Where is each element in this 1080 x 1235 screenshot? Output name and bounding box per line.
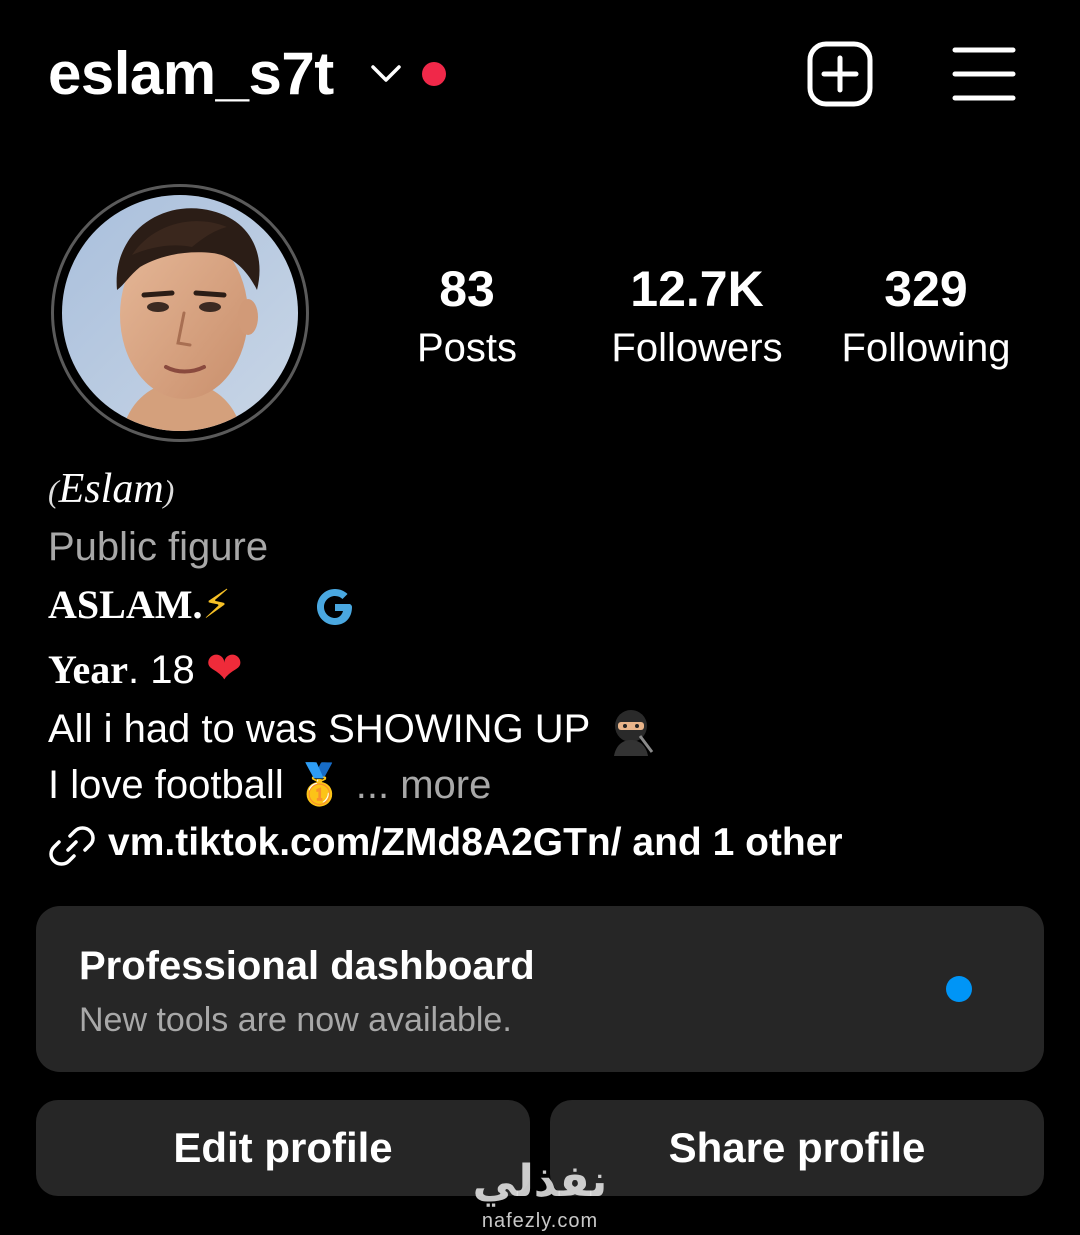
edit-profile-button[interactable]: Edit profile [36,1100,530,1196]
lightning-icon: ⚡ [202,582,231,628]
display-name: (Eslam) [48,462,174,518]
posts-label: Posts [416,326,518,370]
bio-line-1: ASLAM.⚡ [48,578,231,632]
dashboard-title: Professional dashboard [79,944,535,988]
followers-count[interactable]: 12.7K Followers [592,256,802,374]
bio-line-2: Year. 18 ❤ [48,642,243,697]
profile-category: Public figure [48,525,269,569]
following-count[interactable]: 329 Following [826,256,1026,374]
new-indicator-dot [946,976,972,1002]
google-g-icon [317,589,352,625]
bio-line-2-text: . 18 [127,648,195,692]
heart-icon: ❤ [205,643,243,694]
bio-link-text[interactable]: vm.tiktok.com/ZMd8A2GTn/ and 1 other [108,814,843,872]
notification-dot [422,62,446,86]
watermark-logo: نفذلي [472,1156,608,1207]
followers-label: Followers [611,326,783,370]
bio-line-4: I love football 🥇 ... more [48,758,491,812]
wing-right-icon: ) [163,473,175,509]
profile-username[interactable]: eslam_s7t [48,36,334,112]
bio-line-2-word: Year [48,647,128,692]
watermark-url: nafezly.com [481,1210,599,1232]
share-profile-button[interactable]: Share profile [550,1100,1044,1196]
wing-left-icon: ( [48,473,59,509]
medal-icon: 🥇 [294,762,345,808]
bio-line-1-text: ASLAM. [48,582,203,627]
bio-line-4-text: I love football [48,763,284,807]
bio-line-3: All i had to was SHOWING UP [48,702,590,756]
posts-value: 83 [439,261,495,317]
link-icon [49,826,95,866]
dashboard-subtitle: New tools are now available. [79,1001,512,1039]
bio-line-3-text: All i had to was SHOWING UP [48,707,591,751]
plus-square-icon[interactable] [806,40,874,108]
bio-more-link[interactable]: ... more [356,763,492,807]
chevron-down-icon[interactable] [368,58,404,88]
followers-value: 12.7K [630,261,764,317]
following-value: 329 [884,261,968,317]
posts-count[interactable]: 83 Posts [392,256,542,374]
hamburger-menu-icon[interactable] [952,44,1016,104]
display-name-text: Eslam [58,466,164,512]
ninja-icon [614,710,654,756]
following-label: Following [841,326,1011,370]
avatar[interactable] [62,195,298,431]
